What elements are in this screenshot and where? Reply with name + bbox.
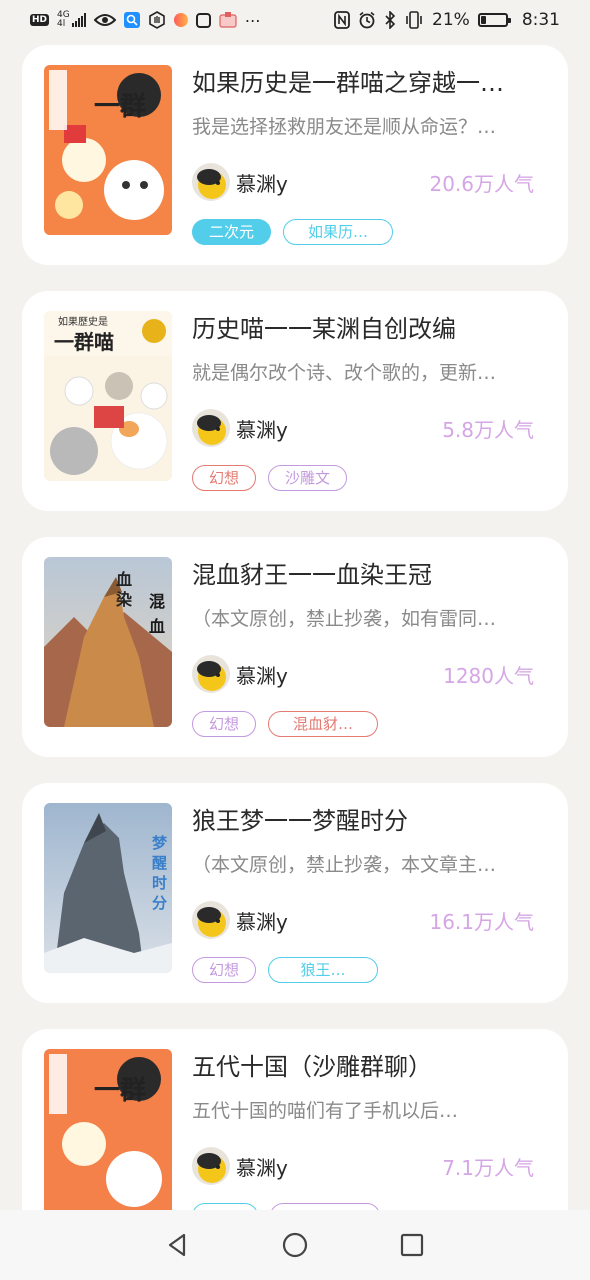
system-nav-bar	[0, 1210, 590, 1280]
book-cover-image[interactable]: 如果歷史是 一群喵	[44, 311, 172, 481]
author-row: 慕渊y 7.1万人气	[192, 1146, 534, 1186]
tag[interactable]: 混血豺…	[268, 711, 379, 737]
cover-title-text: 分	[152, 894, 167, 912]
book-description: 就是偶尔改个诗、改个歌的，更新…	[192, 362, 497, 384]
popularity-count: 1280人气	[443, 663, 534, 688]
hd-icon: HD	[30, 14, 50, 26]
cover-title-text: 一群	[94, 92, 146, 122]
cover-title-text: 混	[149, 592, 165, 611]
author-row: 慕渊y 5.8万人气	[192, 408, 534, 448]
search-app-icon	[123, 12, 140, 28]
author-avatar[interactable]	[192, 655, 230, 693]
book-title[interactable]: 五代十国（沙雕群聊）	[192, 1051, 552, 1083]
recents-button[interactable]	[392, 1225, 432, 1265]
tag[interactable]: 狼王…	[268, 957, 379, 983]
cover-title-text: 血	[149, 617, 165, 636]
author-name[interactable]: 慕渊y	[236, 168, 288, 197]
popularity-count: 5.8万人气	[442, 417, 534, 442]
nfc-icon	[334, 11, 350, 29]
book-card[interactable]: 如果歷史是 一群喵 历史喵一一某渊自创改编 就是偶尔改个诗、改个歌的，更新… 慕…	[22, 291, 568, 511]
book-cover-image[interactable]: 一群	[44, 1049, 172, 1219]
clock-time: 8:31	[521, 10, 560, 30]
color-app-icon	[173, 13, 188, 27]
cover-subtitle-text: 如果歷史是	[58, 315, 108, 328]
author-name[interactable]: 慕渊y	[236, 1152, 288, 1181]
signal-bars	[71, 13, 86, 27]
cover-title-text: 血	[116, 570, 132, 589]
popularity-count: 7.1万人气	[442, 1155, 534, 1180]
book-card[interactable]: 一群 如果历史是一群喵之穿越一… 我是选择拯救朋友还是顺从命运？… 慕渊y 20…	[22, 45, 568, 265]
book-cover-image[interactable]: 血 染 混 血	[44, 557, 172, 727]
book-description: 我是选择拯救朋友还是顺从命运？…	[192, 116, 497, 138]
status-right: 21% 8:31	[334, 10, 560, 30]
cover-title-text: 时	[152, 874, 167, 892]
author-name[interactable]: 慕渊y	[236, 414, 288, 443]
author-name[interactable]: 慕渊y	[236, 660, 288, 689]
home-button[interactable]	[275, 1225, 315, 1265]
status-left: HD 4G 4l ⋯	[30, 11, 261, 30]
tag[interactable]: 如果历…	[283, 219, 394, 245]
notification-app-icon	[219, 12, 237, 28]
author-name[interactable]: 慕渊y	[236, 906, 288, 935]
vibrate-icon	[404, 11, 424, 29]
battery-fill	[480, 16, 486, 24]
book-card[interactable]: 梦 醒 时 分 狼王梦一一梦醒时分 （本文原创，禁止抄袭，本文章主… 慕渊y 1…	[22, 783, 568, 1003]
status-bar: HD 4G 4l ⋯ 21% 8:31	[0, 0, 590, 40]
book-list: 一群 如果历史是一群喵之穿越一… 我是选择拯救朋友还是顺从命运？… 慕渊y 20…	[22, 45, 568, 1275]
tag-list: 幻想 混血豺…	[192, 711, 379, 737]
book-cover-image[interactable]: 梦 醒 时 分	[44, 803, 172, 973]
cover-title-text: 一群	[94, 1076, 146, 1106]
cover-title-text: 梦	[152, 834, 168, 852]
shield-app-icon	[195, 12, 211, 28]
author-row: 慕渊y 1280人气	[192, 654, 534, 694]
tag[interactable]: 幻想	[192, 711, 257, 737]
book-description: 五代十国的喵们有了手机以后…	[192, 1100, 459, 1122]
book-description: （本文原创，禁止抄袭，如有雷同…	[192, 608, 497, 630]
more-icon: ⋯	[244, 10, 261, 30]
book-cover-image[interactable]: 一群	[44, 65, 172, 235]
alarm-icon	[358, 11, 376, 29]
tag-list: 幻想 沙雕文	[192, 465, 348, 491]
book-title[interactable]: 狼王梦一一梦醒时分	[192, 805, 552, 837]
back-button[interactable]	[158, 1225, 198, 1265]
home-icon	[282, 1232, 308, 1258]
battery-icon	[477, 13, 511, 27]
eye-icon	[93, 13, 116, 27]
author-avatar[interactable]	[192, 409, 230, 447]
back-icon	[169, 1233, 186, 1257]
popularity-count: 20.6万人气	[429, 171, 534, 196]
recents-icon	[400, 1233, 423, 1257]
cover-title-text: 醒	[152, 854, 167, 872]
tag-list: 二次元 如果历…	[192, 219, 394, 245]
author-avatar[interactable]	[192, 901, 230, 939]
book-description: （本文原创，禁止抄袭，本文章主…	[192, 854, 497, 876]
author-row: 慕渊y 16.1万人气	[192, 900, 534, 940]
tag-list: 幻想 狼王…	[192, 957, 379, 983]
book-title[interactable]: 混血豺王一一血染王冠	[192, 559, 552, 591]
battery-percent: 21%	[432, 10, 470, 30]
book-title[interactable]: 如果历史是一群喵之穿越一…	[192, 67, 552, 99]
bluetooth-icon	[384, 11, 396, 29]
cover-title-text: 染	[115, 590, 133, 609]
network-sub-label: 4l	[57, 19, 66, 29]
author-avatar[interactable]	[192, 163, 230, 201]
author-row: 慕渊y 20.6万人气	[192, 162, 534, 202]
tag[interactable]: 幻想	[192, 957, 257, 983]
book-title[interactable]: 历史喵一一某渊自创改编	[192, 313, 552, 345]
tag[interactable]: 二次元	[192, 219, 272, 245]
book-card[interactable]: 血 染 混 血 混血豺王一一血染王冠 （本文原创，禁止抄袭，如有雷同… 慕渊y …	[22, 537, 568, 757]
author-avatar[interactable]	[192, 1147, 230, 1185]
tag[interactable]: 幻想	[192, 465, 257, 491]
cover-title-text: 一群喵	[54, 330, 114, 354]
hand-icon	[148, 11, 166, 29]
tag[interactable]: 沙雕文	[268, 465, 348, 491]
popularity-count: 16.1万人气	[429, 909, 534, 934]
signal-icon: 4G 4l	[57, 11, 86, 29]
